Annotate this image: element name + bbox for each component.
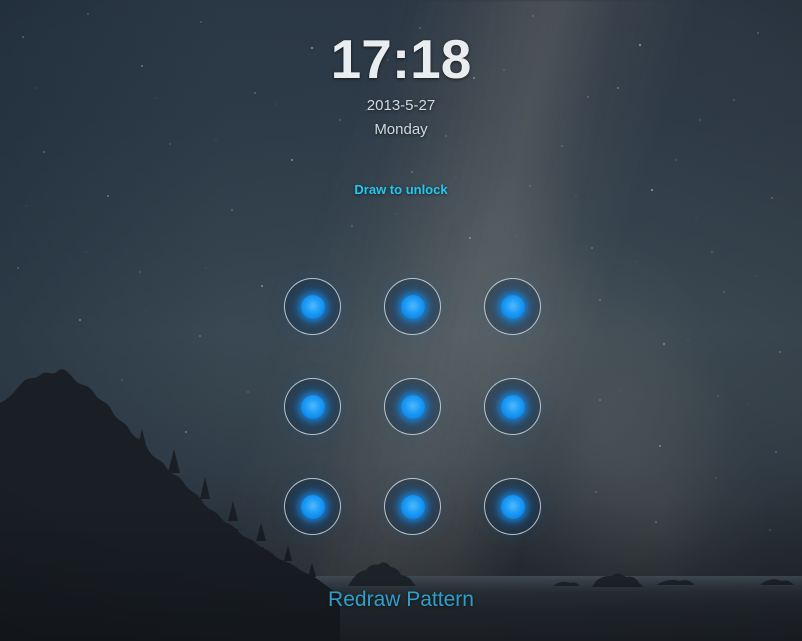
pattern-node-9[interactable]: [484, 478, 541, 535]
pattern-node-dot: [500, 394, 525, 419]
pattern-node-dot: [400, 394, 425, 419]
clock-date: 2013-5-27: [366, 97, 436, 114]
redraw-pattern-button[interactable]: Redraw Pattern: [0, 587, 802, 613]
draw-to-unlock-hint: Draw to unlock: [354, 182, 448, 197]
pattern-node-dot: [400, 494, 425, 519]
pattern-node-1[interactable]: [284, 278, 341, 335]
pattern-node-5[interactable]: [384, 378, 441, 435]
pattern-node-7[interactable]: [284, 478, 341, 535]
pattern-node-dot: [300, 494, 325, 519]
pattern-node-8[interactable]: [384, 478, 441, 535]
pattern-node-dot: [300, 294, 325, 319]
pattern-node-dot: [500, 294, 525, 319]
lock-screen: 17:18 2013-5-27 Monday Draw to unlock Re…: [0, 0, 802, 641]
lock-screen-ui: 17:18 2013-5-27 Monday Draw to unlock Re…: [0, 0, 802, 641]
pattern-node-4[interactable]: [284, 378, 341, 435]
pattern-node-3[interactable]: [484, 278, 541, 335]
pattern-node-dot: [400, 294, 425, 319]
pattern-node-dot: [300, 394, 325, 419]
pattern-lock-grid[interactable]: [284, 278, 541, 535]
pattern-node-2[interactable]: [384, 278, 441, 335]
clock-weekday: Monday: [374, 121, 428, 138]
clock-time: 17:18: [330, 28, 472, 90]
pattern-node-6[interactable]: [484, 378, 541, 435]
pattern-node-dot: [500, 494, 525, 519]
